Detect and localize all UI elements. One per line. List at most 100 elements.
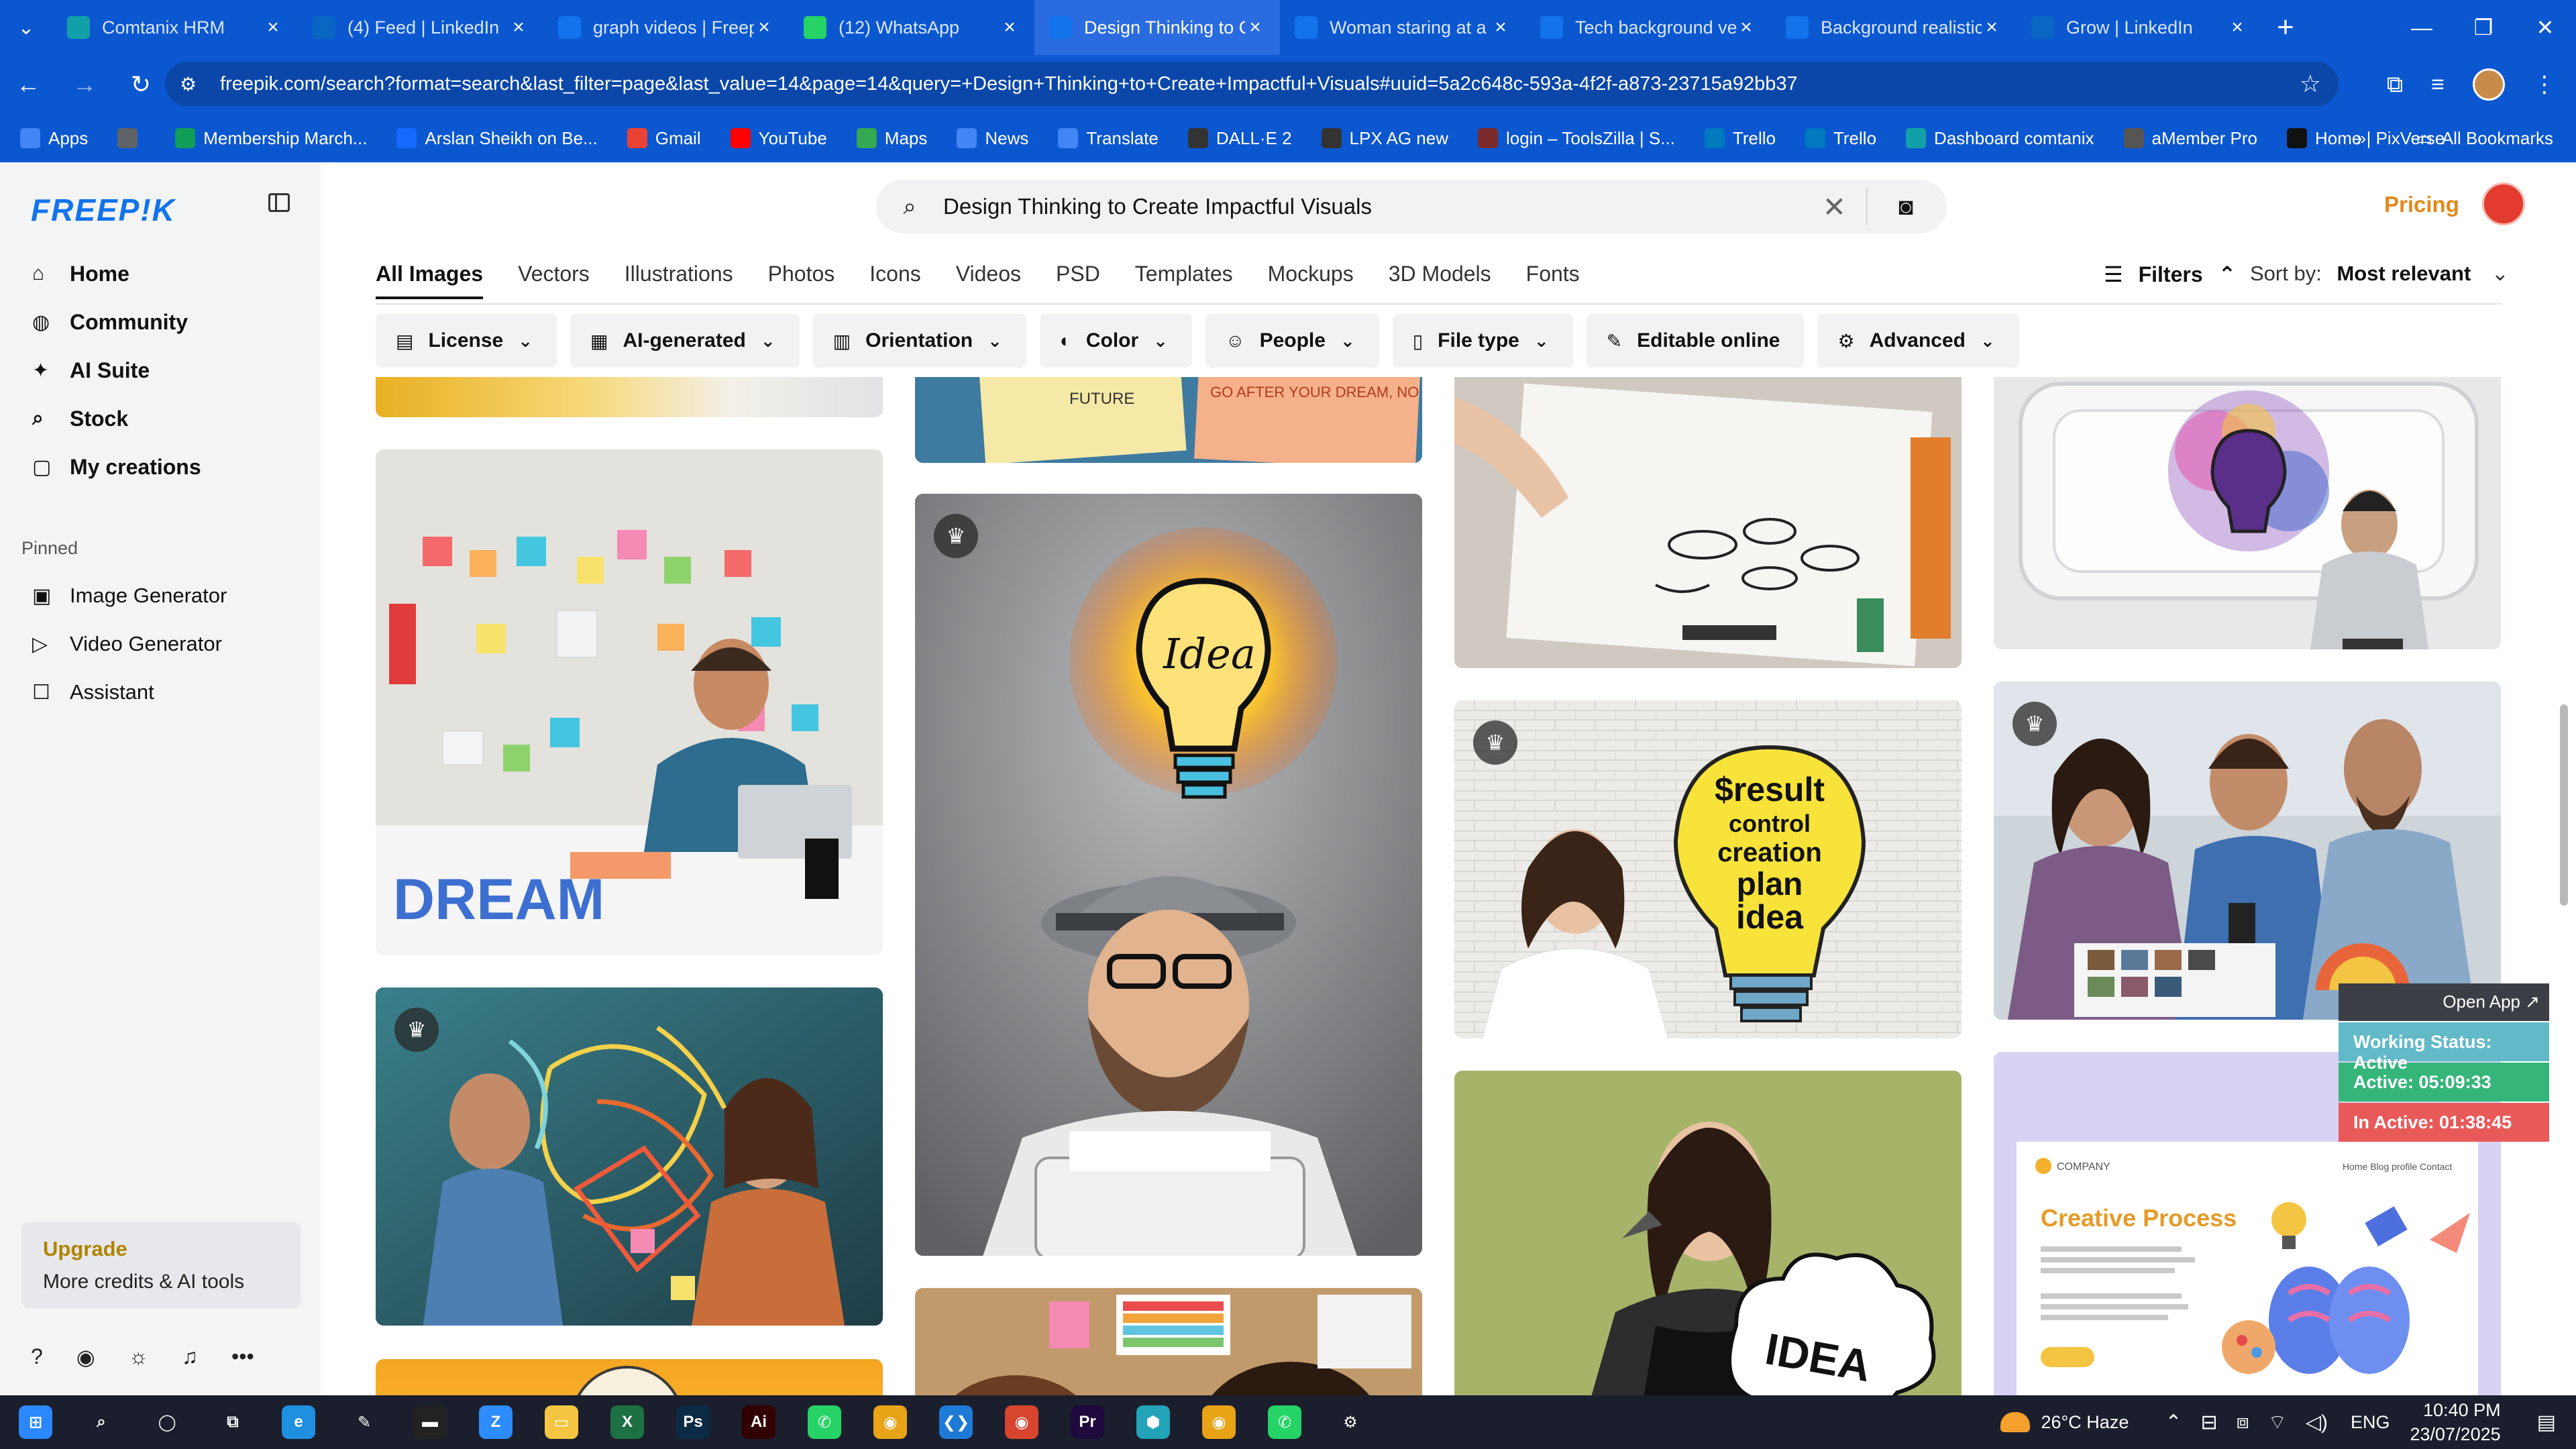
close-tab-icon[interactable]: × <box>1982 16 2002 39</box>
close-tab-icon[interactable]: × <box>1000 16 1020 39</box>
volume-icon[interactable]: ◁) <box>2306 1411 2328 1434</box>
url-field[interactable]: ⚙ freepik.com/search?format=search&last_… <box>165 62 2339 106</box>
clock[interactable]: 10:40 PM 23/07/2025 <box>2410 1398 2501 1446</box>
browser-tab[interactable]: Woman staring at a f × <box>1280 0 1525 55</box>
forward-arrow-icon[interactable]: → <box>56 70 113 99</box>
sidebar-item-community[interactable]: ◍ Community <box>32 298 201 346</box>
browser-tab[interactable]: graph videos | Freep × <box>543 0 789 55</box>
tab-icons[interactable]: Icons <box>869 262 920 299</box>
profile-avatar[interactable] <box>2473 68 2505 101</box>
sidebar-item-home[interactable]: ⌂ Home <box>32 250 201 298</box>
bookmark-item[interactable] <box>117 128 146 148</box>
search-bar[interactable]: ⌕ Design Thinking to Create Impactful Vi… <box>876 180 1947 233</box>
freepik-logo[interactable]: FREEP!K <box>31 192 176 228</box>
close-tab-icon[interactable]: × <box>1736 16 1756 39</box>
filter-chip-people[interactable]: ☺ People ⌄ <box>1205 314 1379 368</box>
bookmark-item[interactable]: Gmail <box>627 128 701 149</box>
bookmark-item[interactable]: News <box>957 128 1028 149</box>
taskbar-chrome-2[interactable]: ◉ <box>1186 1395 1252 1449</box>
upgrade-card[interactable]: Upgrade More credits & AI tools <box>21 1222 301 1308</box>
back-arrow-icon[interactable]: ← <box>0 70 56 99</box>
taskbar-chrome-active[interactable]: ◉ <box>989 1395 1055 1449</box>
tab-search-chevron-icon[interactable]: ⌄ <box>0 0 52 55</box>
browser-tab[interactable]: (4) Feed | LinkedIn × <box>298 0 543 55</box>
tray-extra-icon[interactable]: ⧈ <box>2237 1411 2249 1434</box>
taskbar-photoshop[interactable]: Ps <box>660 1395 726 1449</box>
site-info-icon[interactable]: ⚙ <box>180 73 207 95</box>
sidebar-item-image-generator[interactable]: ▣ Image Generator <box>32 572 227 620</box>
user-avatar[interactable] <box>2482 182 2525 225</box>
browser-tab[interactable]: Tech background vec × <box>1525 0 1771 55</box>
image-card[interactable]: ♛ <box>1994 682 2501 1020</box>
image-card[interactable] <box>376 377 883 417</box>
browser-menu-icon[interactable]: ⋮ <box>2533 71 2556 98</box>
tab-psd[interactable]: PSD <box>1056 262 1100 299</box>
bookmarks-overflow-icon[interactable]: » <box>2357 128 2366 149</box>
bookmark-item[interactable]: Trello <box>1805 128 1876 149</box>
close-tab-icon[interactable]: × <box>263 16 283 39</box>
bookmark-item[interactable]: Arslan Sheikh on Be... <box>396 128 598 149</box>
tab-illustrations[interactable]: Illustrations <box>625 262 733 299</box>
image-card[interactable]: ♛ <box>376 987 883 1326</box>
image-card[interactable]: DREAM <box>376 449 883 955</box>
weather-widget[interactable]: 26°C Haze <box>2000 1412 2129 1433</box>
network-icon[interactable]: ⊟ <box>2200 1411 2217 1434</box>
tab-templates[interactable]: Templates <box>1135 262 1233 299</box>
taskbar-cortana[interactable]: ◯ <box>134 1395 200 1449</box>
sidebar-item-video-generator[interactable]: ▷ Video Generator <box>32 620 227 668</box>
filter-chip-editable-online[interactable]: ✎ Editable online <box>1586 314 1805 368</box>
taskbar-pen-tool[interactable]: ✎ <box>331 1395 397 1449</box>
collapse-sidebar-icon[interactable] <box>268 193 290 212</box>
tab-photos[interactable]: Photos <box>768 262 835 299</box>
pricing-link[interactable]: Pricing <box>2384 192 2459 217</box>
browser-tab[interactable]: (12) WhatsApp × <box>789 0 1034 55</box>
sidebar-item-my-creations[interactable]: ▢ My creations <box>32 443 201 491</box>
clear-search-icon[interactable]: ✕ <box>1823 191 1846 223</box>
media-icon[interactable]: ≡ <box>2431 72 2445 98</box>
close-window-icon[interactable]: ✕ <box>2514 0 2576 55</box>
sidebar-item-stock[interactable]: ⌕ Stock <box>32 394 201 443</box>
taskbar-illustrator[interactable]: Ai <box>726 1395 792 1449</box>
page-scrollbar-thumb[interactable] <box>2560 704 2568 906</box>
filter-chip-license[interactable]: ▤ License ⌄ <box>376 314 557 368</box>
bookmark-item[interactable]: Apps <box>20 128 88 149</box>
close-tab-icon[interactable]: × <box>2227 16 2247 39</box>
all-bookmarks[interactable]: » ▭ All Bookmarks <box>2357 128 2553 149</box>
taskbar-zoom[interactable]: Z <box>463 1395 529 1449</box>
close-tab-icon[interactable]: × <box>1491 16 1511 39</box>
discord-icon[interactable]: ◉ <box>76 1344 95 1370</box>
tab-vectors[interactable]: Vectors <box>518 262 590 299</box>
bookmark-item[interactable]: Dashboard comtanix <box>1906 128 2094 149</box>
taskbar-task-view[interactable]: ⧉ <box>200 1395 266 1449</box>
taskbar-terminal[interactable]: ▬ <box>397 1395 463 1449</box>
filter-chip-color[interactable]: ◐ Color ⌄ <box>1039 314 1192 368</box>
image-card[interactable] <box>1454 377 1962 668</box>
open-app-link[interactable]: Open App ↗ <box>2339 983 2549 1021</box>
notifications-bell-icon[interactable]: ♫ <box>182 1344 198 1370</box>
image-card[interactable] <box>1994 377 2501 649</box>
taskbar-chrome[interactable]: ◉ <box>857 1395 923 1449</box>
close-tab-icon[interactable]: × <box>1245 16 1265 39</box>
extensions-icon[interactable]: ⧉ <box>2387 72 2403 98</box>
browser-tab[interactable]: Grow | LinkedIn × <box>2017 0 2262 55</box>
image-card[interactable] <box>376 1359 883 1395</box>
bookmark-item[interactable]: Maps <box>856 128 927 149</box>
taskbar-excel[interactable]: X <box>594 1395 660 1449</box>
tab-mockups[interactable]: Mockups <box>1268 262 1354 299</box>
tab-3d-models[interactable]: 3D Models <box>1389 262 1491 299</box>
image-card[interactable] <box>915 1288 1422 1395</box>
taskbar-file-explorer[interactable]: ▭ <box>529 1395 594 1449</box>
browser-tab[interactable]: Comtanix HRM × <box>52 0 298 55</box>
language-indicator[interactable]: ENG <box>2351 1412 2390 1433</box>
camera-search-icon[interactable]: ◙ <box>1898 193 1913 221</box>
filter-chip-file-type[interactable]: ▯ File type ⌄ <box>1392 314 1573 368</box>
image-card[interactable]: $result control creation plan idea ♛ <box>1454 700 1962 1038</box>
filter-chip-ai-generated[interactable]: ▦ AI-generated ⌄ <box>570 314 800 368</box>
taskbar-settings[interactable]: ⚙ <box>1318 1395 1383 1449</box>
bookmark-item[interactable]: Membership March... <box>175 128 367 149</box>
sidebar-item-assistant[interactable]: ☐ Assistant <box>32 668 227 716</box>
close-tab-icon[interactable]: × <box>754 16 774 39</box>
taskbar-search[interactable]: ⌕ <box>68 1395 134 1449</box>
bookmark-star-icon[interactable]: ☆ <box>2300 70 2321 98</box>
taskbar-edge[interactable]: e <box>266 1395 331 1449</box>
